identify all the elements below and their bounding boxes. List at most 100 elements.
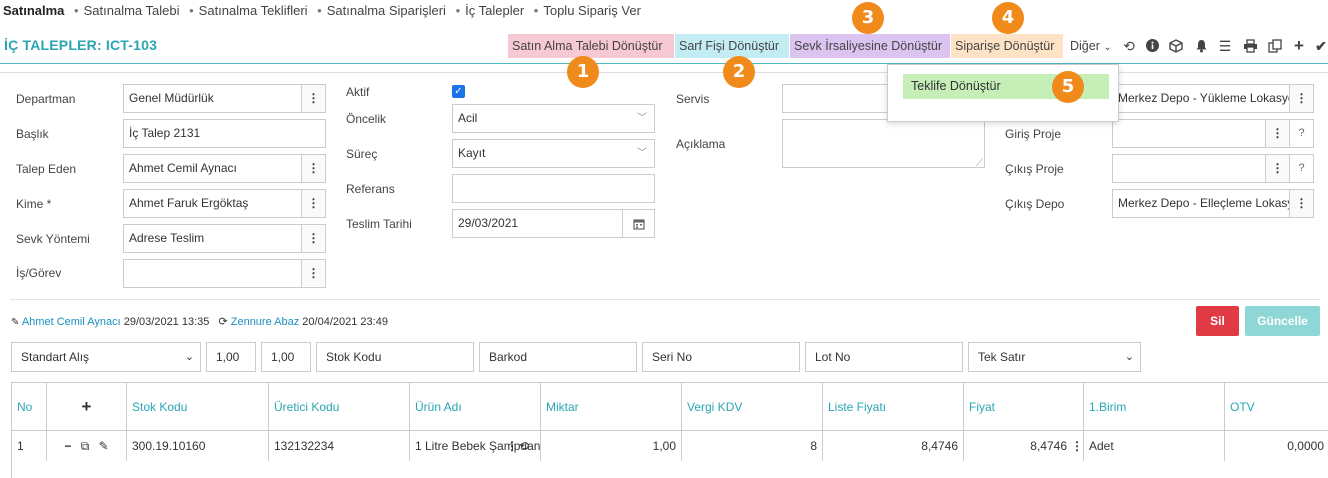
output-project-more-icon[interactable]: ⋮	[1266, 154, 1290, 183]
update-button[interactable]: Güncelle	[1245, 306, 1320, 336]
column-header-price[interactable]: Fiyat	[964, 383, 1084, 431]
input-project-help-icon[interactable]: ?	[1290, 119, 1314, 148]
active-checkbox[interactable]: ✓	[452, 85, 465, 98]
row-list-price-cell[interactable]: 8,4746	[823, 431, 964, 461]
convert-consumption-slip-button[interactable]: Sarf Fişi Dönüştür	[675, 34, 789, 58]
department-field[interactable]: Genel Müdürlük	[123, 84, 302, 113]
row-stock-code-cell[interactable]: 300.19.10160	[127, 431, 269, 461]
serial-number-input[interactable]: Seri No	[642, 342, 800, 372]
reference-field[interactable]	[452, 174, 655, 203]
shipping-method-field[interactable]: Adrese Teslim	[123, 224, 302, 253]
output-warehouse-more-icon[interactable]: ⋮	[1290, 189, 1314, 218]
price-more-icon[interactable]: ⋮	[1071, 431, 1083, 461]
row-price-cell[interactable]: 8,4746	[964, 431, 1084, 461]
bullet-icon: •	[74, 3, 79, 18]
recipient-field[interactable]: Ahmet Faruk Ergöktaş	[123, 189, 302, 218]
row-mode-select[interactable]: Tek Satır ⌄	[968, 342, 1141, 372]
output-project-field[interactable]	[1112, 154, 1266, 183]
shipping-method-label: Sevk Yöntemi	[16, 232, 90, 246]
warehouse-more-icon[interactable]: ⋮	[1290, 84, 1314, 113]
requester-more-icon[interactable]: ⋮	[302, 154, 326, 183]
nav-item-satinalma-talebi[interactable]: Satınalma Talebi	[84, 3, 180, 18]
title-field[interactable]: İç Talep 2131	[123, 119, 326, 148]
shipping-method-more-icon[interactable]: ⋮	[302, 224, 326, 253]
requester-label: Talep Eden	[16, 162, 77, 176]
input-project-more-icon[interactable]: ⋮	[1266, 119, 1290, 148]
column-header-quantity[interactable]: Miktar	[541, 383, 682, 431]
department-more-icon[interactable]: ⋮	[302, 84, 326, 113]
column-header-list-price[interactable]: Liste Fiyatı	[823, 383, 964, 431]
history-icon[interactable]: ⟲	[1119, 36, 1139, 56]
row-quantity-cell[interactable]: 1,00	[541, 431, 682, 461]
product-history-icon[interactable]: ⟲	[519, 431, 529, 461]
output-project-help-icon[interactable]: ?	[1290, 154, 1314, 183]
convert-dispatch-note-button[interactable]: Sevk İrsaliyesine Dönüştür	[790, 34, 950, 58]
nav-item-satinalma-siparisleri[interactable]: Satınalma Siparişleri	[327, 3, 446, 18]
row-actions-cell: − ⧉ ✎	[47, 431, 127, 461]
bell-icon[interactable]	[1191, 36, 1211, 58]
column-header-product-name[interactable]: Ürün Adı	[410, 383, 541, 431]
service-field[interactable]	[782, 84, 888, 113]
column-header-vat[interactable]: Vergi KDV	[682, 383, 823, 431]
delete-button[interactable]: Sil	[1196, 306, 1239, 336]
chevron-down-icon: ⌄	[1103, 42, 1112, 53]
quantity-input-2[interactable]: 1,00	[261, 342, 311, 372]
more-dropdown-menu: Teklife Dönüştür	[887, 64, 1119, 122]
step-badge-3: 3	[852, 2, 884, 34]
column-header-stock-code[interactable]: Stok Kodu	[127, 383, 269, 431]
row-vat-cell[interactable]: 8	[682, 431, 823, 461]
delivery-date-field[interactable]: 29/03/2021	[452, 209, 623, 238]
column-header-unit[interactable]: 1.Birim	[1084, 383, 1225, 431]
creator-link[interactable]: Ahmet Cemil Aynacı	[22, 316, 121, 328]
edit-row-icon[interactable]: ✎	[99, 439, 109, 453]
product-more-icon[interactable]: ⋮	[506, 431, 518, 461]
row-unit-cell[interactable]: Adet	[1084, 431, 1225, 461]
convert-order-button[interactable]: Siparişe Dönüştür	[951, 34, 1063, 58]
recipient-more-icon[interactable]: ⋮	[302, 189, 326, 218]
nav-root[interactable]: Satınalma	[3, 3, 64, 18]
quantity-input-1[interactable]: 1,00	[206, 342, 256, 372]
plus-icon[interactable]: +	[1289, 36, 1309, 56]
add-row-icon[interactable]: +	[47, 383, 127, 431]
price-type-value: Standart Alış	[21, 350, 90, 364]
updater-link[interactable]: Zennure Abaz	[231, 316, 300, 328]
price-type-select[interactable]: Standart Alış ⌄	[11, 342, 201, 372]
page-title: İÇ TALEPLER: ICT-103	[4, 37, 158, 53]
warehouse-field[interactable]: Merkez Depo - Yükleme Lokasyonu	[1112, 84, 1290, 113]
lot-number-input[interactable]: Lot No	[805, 342, 963, 372]
description-textarea[interactable]: ⟋	[782, 119, 985, 168]
bullet-icon: •	[533, 3, 539, 18]
check-icon[interactable]: ✔	[1311, 36, 1328, 56]
copy-row-icon[interactable]: ⧉	[81, 439, 90, 453]
column-header-manufacturer-code[interactable]: Üretici Kodu	[269, 383, 410, 431]
resize-handle-icon[interactable]: ⟋	[976, 150, 983, 167]
nav-item-satinalma-teklifleri[interactable]: Satınalma Teklifleri	[199, 3, 308, 18]
copy-icon[interactable]	[1265, 36, 1285, 58]
nav-item-ic-talepler[interactable]: İç Talepler	[465, 3, 524, 18]
column-header-no[interactable]: No	[12, 383, 47, 431]
department-label: Departman	[16, 92, 76, 106]
refresh-icon: ⟳	[218, 316, 228, 328]
cube-icon[interactable]	[1166, 36, 1186, 58]
remove-row-icon[interactable]: −	[64, 439, 71, 453]
barcode-input[interactable]: Barkod	[479, 342, 637, 372]
output-warehouse-field[interactable]: Merkez Depo - Elleçleme Lokasyonu	[1112, 189, 1290, 218]
list-icon[interactable]: ☰	[1215, 36, 1235, 56]
stock-code-input[interactable]: Stok Kodu	[316, 342, 474, 372]
convert-purchase-request-button[interactable]: Satın Alma Talebi Dönüştür	[508, 34, 674, 58]
more-menu-button[interactable]: Diğer ⌄	[1066, 34, 1118, 58]
print-icon[interactable]	[1240, 36, 1260, 58]
column-header-otv[interactable]: OTV	[1225, 383, 1328, 431]
task-more-icon[interactable]: ⋮	[302, 259, 326, 288]
input-project-field[interactable]	[1112, 119, 1266, 148]
row-manufacturer-code-cell[interactable]: 132132234	[269, 431, 410, 461]
priority-select[interactable]: Acil ﹀	[452, 104, 655, 133]
info-icon[interactable]	[1142, 36, 1162, 57]
process-select[interactable]: Kayıt ﹀	[452, 139, 655, 168]
requester-field[interactable]: Ahmet Cemil Aynacı	[123, 154, 302, 183]
updated-time: 20/04/2021 23:49	[302, 316, 388, 328]
row-otv-cell[interactable]: 0,0000	[1225, 431, 1328, 461]
task-field[interactable]	[123, 259, 302, 288]
calendar-icon[interactable]	[623, 209, 655, 238]
nav-item-toplu-siparis[interactable]: Toplu Sipariş Ver	[543, 3, 641, 18]
